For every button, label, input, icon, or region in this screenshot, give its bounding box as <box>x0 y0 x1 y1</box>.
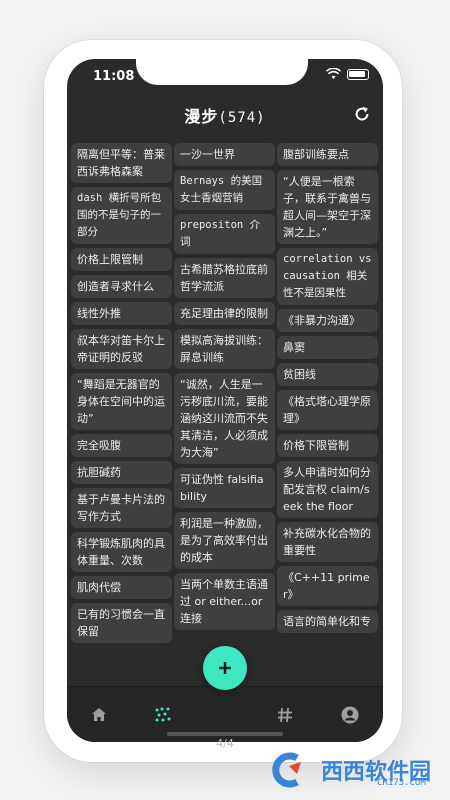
note-card[interactable]: 《C++11 primer》 <box>277 566 378 606</box>
note-card[interactable]: 抗胆碱药 <box>71 461 172 484</box>
item-count: (574) <box>218 110 266 126</box>
note-card[interactable]: 已有的习惯会一直保留 <box>71 603 172 643</box>
note-card[interactable]: 线性外推 <box>71 302 172 325</box>
note-card[interactable]: “舞蹈是无器官的身体在空间中的运动” <box>71 373 172 430</box>
note-card[interactable]: 鼻窦 <box>277 336 378 359</box>
phone-notch <box>136 59 308 85</box>
note-card[interactable]: 多人申请时如何分配发言权 claim/seek the floor <box>277 461 378 518</box>
card-column-1: 隔离但平等：普莱西诉弗格森案 dash 横折号所包围的不是句子的一部分价格上限管制… <box>71 143 172 643</box>
note-card[interactable]: 当两个单数主语通过 or either...or 连接 <box>174 573 275 630</box>
note-card[interactable]: 隔离但平等：普莱西诉弗格森案 <box>71 143 172 183</box>
note-card[interactable]: 充足理由律的限制 <box>174 302 275 325</box>
note-card[interactable]: “人便是一根索子，联系于禽兽与超人间—架空于深渊之上。” <box>277 170 378 244</box>
wifi-icon <box>326 68 341 79</box>
note-card[interactable]: 模拟高海拔训练：屏息训练 <box>174 329 275 369</box>
battery-icon <box>347 68 369 80</box>
note-card[interactable]: 古希腊苏格拉底前哲学流派 <box>174 258 275 298</box>
note-card[interactable]: dash 横折号所包围的不是句子的一部分 <box>71 187 172 244</box>
watermark-logo-icon <box>272 752 301 788</box>
note-card[interactable]: 《格式塔心理学原理》 <box>277 390 378 430</box>
note-card[interactable]: 价格下限管制 <box>277 434 378 457</box>
note-card[interactable]: 贫困线 <box>277 363 378 386</box>
status-time: 11:08 <box>93 69 135 84</box>
note-card[interactable]: “诚然，人生是一污秽底川流，要能涵纳这川流而不失其清洁，人必须成为大海” <box>174 373 275 464</box>
note-card[interactable]: 创造者寻求什么 <box>71 275 172 298</box>
note-card[interactable]: 《非暴力沟通》 <box>277 309 378 332</box>
note-card[interactable]: Bernays 的美国女士香烟营销 <box>174 170 275 210</box>
refresh-icon[interactable] <box>353 105 371 123</box>
card-column-3: 腹部训练要点 “人便是一根索子，联系于禽兽与超人间—架空于深渊之上。” correl… <box>277 143 378 633</box>
app-screen: 11:08 漫步(574) 隔离但平等：普莱西诉弗格森案 dash 横折号所包围的… <box>67 59 383 742</box>
home-indicator <box>167 732 283 736</box>
add-button[interactable] <box>203 646 247 690</box>
note-card[interactable]: 可证伪性 falsifiability <box>174 468 275 508</box>
hash-icon[interactable] <box>275 705 295 725</box>
grid-dots-icon[interactable] <box>153 705 173 725</box>
note-card[interactable]: correlation vs causation 相关性不是因果性 <box>277 248 378 305</box>
note-card[interactable]: 一沙一世界 <box>174 143 275 166</box>
note-card[interactable]: 补充碳水化合物的重要性 <box>277 522 378 562</box>
watermark: 西西软件园 CR173.COM <box>265 752 445 790</box>
note-card[interactable]: prepositon 介词 <box>174 214 275 254</box>
note-card[interactable]: 腹部训练要点 <box>277 143 378 166</box>
card-column-2: 一沙一世界 Bernays 的美国女士香烟营销 prepositon 介词 古希腊苏格… <box>174 143 275 630</box>
note-card[interactable]: 肌肉代偿 <box>71 576 172 599</box>
note-card[interactable]: 利润是一种激励，是为了高效率付出的成本 <box>174 512 275 569</box>
status-icons <box>326 68 369 80</box>
note-card[interactable]: 科学锻炼肌肉的具体重量、次数 <box>71 532 172 572</box>
page-indicator: 4/4 <box>216 737 234 750</box>
watermark-url: CR173.COM <box>377 778 426 788</box>
user-icon[interactable] <box>340 705 360 725</box>
header: 漫步(574) <box>67 99 383 133</box>
note-card[interactable]: 叔本华对笛卡尔上帝证明的反驳 <box>71 329 172 369</box>
note-card[interactable]: 语言的简单化和专 <box>277 610 378 633</box>
plus-icon <box>219 662 231 674</box>
note-card[interactable]: 完全吸腹 <box>71 434 172 457</box>
home-icon[interactable] <box>89 705 109 725</box>
page-title: 漫步(574) <box>184 107 266 126</box>
note-card[interactable]: 价格上限管制 <box>71 248 172 271</box>
note-card[interactable]: 基于卢曼卡片法的写作方式 <box>71 488 172 528</box>
